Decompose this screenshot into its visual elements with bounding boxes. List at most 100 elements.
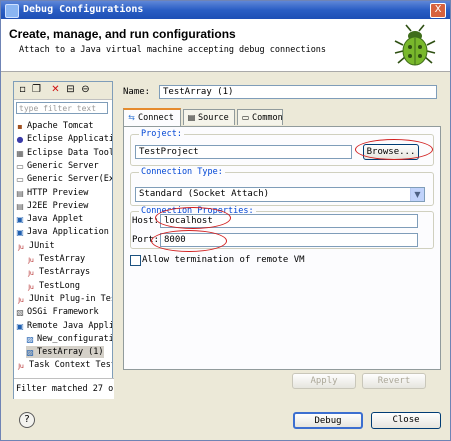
connection-type-value: Standard (Socket Attach) [139, 189, 270, 199]
title-bar[interactable]: Debug Configurations X [1, 1, 450, 19]
tree-item-label: TestLong [39, 280, 80, 291]
eclipse-icon: ● [16, 135, 24, 145]
close-button[interactable]: Close [371, 412, 441, 429]
tree-item-label: Task Context Test [29, 360, 112, 371]
tree-item[interactable]: Ju TestArrays [26, 266, 90, 278]
junit-icon: Ju [18, 243, 24, 251]
junit-plugin-icon: Ju [18, 296, 24, 304]
annotation-ellipse-port [151, 230, 227, 252]
tree-item-label: J2EE Preview [27, 200, 89, 211]
tree-item[interactable]: Ju JUnit Plug-in Test [16, 293, 112, 305]
task-icon: Ju [18, 363, 24, 371]
tree-item-label: TestArray (1) [37, 347, 104, 358]
tree-item-label: JUnit Plug-in Test [29, 293, 112, 304]
data-icon: ▦ [16, 148, 24, 158]
tree-item[interactable]: ▣ Java Applet [16, 213, 83, 225]
remote-icon: ▣ [16, 321, 24, 331]
tree-item[interactable]: ▣ Remote Java Applic [16, 320, 112, 332]
tree-item[interactable]: Ju TestArray [26, 253, 85, 265]
tree-toolbar: ▫ ❐ ✕ ⊟ ⊖ [14, 82, 112, 100]
tree-item[interactable]: ▭ Generic Server [16, 160, 99, 172]
tree-item-label: Remote Java Applic [27, 320, 112, 331]
tab-common[interactable]: ▭ Common [237, 109, 283, 125]
configuration-tree: ▪Apache Tomcat●Eclipse Application▦Eclip… [14, 120, 112, 376]
tree-item-label: Generic Server [27, 160, 99, 171]
annotation-ellipse-browse [355, 139, 433, 160]
tab-connect[interactable]: ⇆ Connect [123, 108, 181, 126]
junit-icon: Ju [28, 283, 34, 291]
tree-item-label: Java Application [27, 227, 109, 238]
configuration-tree-pane: ▫ ❐ ✕ ⊟ ⊖ type filter text ▪ Apache Tomca… [13, 81, 114, 399]
debug-configurations-window: Debug Configurations X Create, manage, a… [0, 0, 451, 441]
annotation-ellipse-host [155, 207, 231, 229]
tree-item[interactable]: ▪ Apache Tomcat [16, 120, 93, 132]
tree-item[interactable]: ▨ New_configurati [26, 333, 112, 345]
connection-type-select[interactable]: Standard (Socket Attach) ▼ [135, 187, 425, 202]
tree-item[interactable]: Ju JUnit [16, 240, 55, 252]
junit-icon: Ju [28, 257, 34, 264]
tree-item-label: Java Applet [27, 214, 84, 225]
server-icon: ▭ [16, 175, 24, 185]
project-field[interactable]: TestProject [135, 145, 352, 159]
filter-icon[interactable]: ⊖ [80, 84, 91, 95]
allow-termination-checkbox[interactable] [130, 255, 141, 266]
help-icon[interactable]: ? [19, 412, 35, 428]
tree-item-label: New_configurati [37, 333, 112, 344]
close-window-button[interactable]: X [430, 3, 446, 18]
remote-config-icon: ▨ [26, 348, 34, 358]
connect-icon: ⇆ [128, 113, 135, 122]
tree-item-label: TestArrays [39, 267, 91, 278]
java-icon: ▣ [16, 228, 24, 238]
filter-input[interactable]: type filter text [16, 102, 108, 114]
tree-item[interactable]: ▣ Java Application [16, 226, 109, 238]
banner-heading: Create, manage, and run configurations [9, 27, 236, 41]
applet-icon: ▣ [16, 215, 24, 225]
revert-button[interactable]: Revert [362, 373, 426, 389]
duplicate-icon[interactable]: ❐ [31, 84, 42, 95]
filter-status: Filter matched 27 of [14, 378, 114, 399]
tree-item[interactable]: ▧ OSGi Framework [16, 306, 99, 318]
tree-item-label: JUnit [29, 240, 55, 251]
new-config-icon[interactable]: ▫ [17, 84, 28, 95]
tree-item-label: TestArray [39, 254, 86, 264]
debug-button[interactable]: Debug [293, 412, 363, 429]
tab-source[interactable]: ▤ Source [183, 109, 235, 125]
connection-type-group: Connection Type: Standard (Socket Attach… [130, 167, 434, 206]
tree-item-label: HTTP Preview [27, 187, 89, 198]
apply-button[interactable]: Apply [292, 373, 356, 389]
tree-item[interactable]: Ju Task Context Test [16, 359, 112, 371]
tree-item[interactable]: Ju TestLong [26, 280, 80, 292]
name-label: Name: [123, 87, 151, 97]
junit-icon: Ju [28, 270, 34, 278]
header-banner: Create, manage, and run configurations A… [1, 19, 450, 72]
remote-config-icon: ▨ [26, 334, 34, 344]
debug-app-icon [5, 4, 19, 18]
common-icon: ▭ [241, 113, 250, 122]
tree-item[interactable]: ▨ TestArray (1) [26, 346, 104, 359]
server-icon: ▭ [16, 161, 24, 171]
tree-item-label: Generic Server(Exte [27, 174, 112, 185]
tree-item[interactable]: ▭Generic Server(Exte [16, 173, 112, 185]
chevron-down-icon[interactable]: ▼ [410, 188, 424, 201]
connection-type-title: Connection Type: [139, 167, 225, 177]
j2ee-icon: ▤ [16, 201, 24, 211]
tree-item[interactable]: ▤ HTTP Preview [16, 187, 88, 199]
project-group-title: Project: [139, 129, 184, 139]
tree-item[interactable]: ●Eclipse Application [16, 133, 113, 145]
tree-item-label: OSGi Framework [27, 307, 99, 318]
collapse-all-icon[interactable]: ⊟ [65, 84, 76, 95]
tree-item-label: Eclipse Application [27, 134, 112, 145]
config-tabs: ⇆ Connect ▤ Source ▭ Common [123, 108, 441, 126]
debug-bug-icon [394, 24, 436, 66]
http-icon: ▤ [16, 188, 24, 198]
tree-item[interactable]: ▦ Eclipse Data Tools [16, 147, 112, 159]
source-icon: ▤ [187, 113, 196, 122]
osgi-icon: ▧ [16, 308, 24, 318]
allow-termination-label: Allow termination of remote VM [142, 255, 305, 265]
tree-item[interactable]: ▤ J2EE Preview [16, 200, 88, 212]
delete-icon[interactable]: ✕ [50, 84, 61, 95]
window-title: Debug Configurations [23, 4, 144, 15]
banner-subtitle: Attach to a Java virtual machine accepti… [19, 45, 327, 55]
tree-item-label: Eclipse Data Tools [27, 147, 112, 158]
name-field[interactable]: TestArray (1) [159, 85, 437, 99]
